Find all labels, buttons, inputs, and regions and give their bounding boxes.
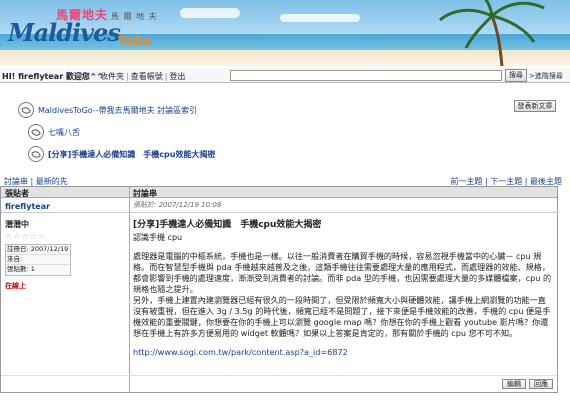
thread-link[interactable]: 討論串 (4, 177, 28, 186)
breadcrumb-link-category[interactable]: 七嘴八舌 (48, 127, 80, 138)
source-link[interactable]: http://www.sogi.com.tw/park/content.asp?… (133, 347, 553, 357)
post-content: [分享]手機達人必備知識 手機cpu效能大揭密 認識手機 cpu 處理器是電腦的… (133, 217, 553, 357)
search-button[interactable]: 搜尋 (505, 69, 527, 82)
palm-tree-icon (439, 0, 545, 66)
breadcrumb-category: 七嘴八舌 (28, 124, 80, 140)
reply-button[interactable]: 回應 (529, 379, 553, 389)
next-topic-link[interactable]: 下一主題 (490, 177, 522, 186)
forum-icon (18, 102, 34, 118)
post-paragraph: 另外，手機上建置內建瀏覽器已經有很久的一段時間了，但受限於頻寬大小與硬體效能，讓… (133, 295, 551, 338)
author-rank: 潛潛中 (5, 220, 29, 229)
post-table: 張貼者 討論串 fireflytear 張貼於: 2007/12/19 10:0… (0, 186, 559, 393)
breadcrumb-thread: [分享]手機達人必備知識 手機cpu效能大揭密 (28, 146, 215, 162)
new-post-button[interactable]: 發表新文章 (514, 100, 556, 112)
user-bar: HI! fireflytear 歡迎您^^ 收件夾 | 查看帳號 | 登出 搜尋 >進階… (0, 68, 570, 83)
search-input[interactable] (230, 70, 502, 81)
footer-divider (1, 375, 557, 376)
header-author: 張貼者 (5, 189, 29, 198)
rank-stars: ☆☆☆☆☆ (5, 232, 46, 241)
view-account-link[interactable]: 查看帳號 (131, 72, 163, 81)
online-status: 在線上 (5, 282, 26, 290)
post-paragraph: 處理器是電腦的中樞系統，手機也是一樣。以往一般消費者在購買手機的時候，容易忽視手… (133, 251, 552, 294)
edit-button[interactable]: 編輯 (502, 379, 526, 389)
greeting-text: HI! fireflytear 歡迎您^^ (2, 72, 104, 81)
forum-icon (28, 146, 44, 162)
inbox-link[interactable]: 收件夾 (100, 72, 124, 81)
author-name[interactable]: fireflytear (5, 202, 50, 211)
logo-english[interactable]: Maldives (8, 18, 121, 47)
post-actions: 編輯 回應 (502, 379, 553, 389)
breadcrumb-link-index[interactable]: MaldivesToGo--帶我去馬爾地夫 討論區索引 (38, 105, 197, 116)
post-subtitle: 認識手機 cpu (133, 233, 183, 242)
column-divider (129, 187, 130, 392)
post-header-row: 張貼者 討論串 (1, 187, 557, 198)
logo-togo: ToGo (118, 34, 151, 48)
author-info: 潛潛中 ☆☆☆☆☆ 註冊日: 2007/12/19 來自: 張貼數: 1 在線上 (5, 219, 125, 291)
previous-topic-link[interactable]: 前一主題 (450, 177, 482, 186)
author-info-box: 註冊日: 2007/12/19 來自: 張貼數: 1 (5, 244, 71, 276)
location: 來自: (6, 255, 70, 265)
last-topic-link[interactable]: 最後主題 (530, 177, 562, 186)
cloud-decoration (180, 8, 240, 18)
site-banner: 馬爾地夫馬 爾 地 夫 Maldives ToGo (0, 0, 570, 66)
row-divider (1, 212, 559, 213)
logout-link[interactable]: 登出 (169, 72, 185, 81)
newest-first-link[interactable]: 最新的先 (36, 177, 68, 186)
post-title: [分享]手機達人必備知識 手機cpu效能大揭密 (133, 220, 322, 230)
forum-icon (28, 124, 44, 140)
register-date: 註冊日: 2007/12/19 (6, 245, 70, 255)
cloud-decoration (280, 14, 360, 22)
breadcrumb-forum-index: MaldivesToGo--帶我去馬爾地夫 討論區索引 (18, 102, 197, 118)
breadcrumb-link-thread[interactable]: [分享]手機達人必備知識 手機cpu效能大揭密 (48, 149, 215, 160)
header-thread: 討論串 (133, 189, 157, 198)
advanced-search-link[interactable]: >進階搜尋 (529, 71, 563, 81)
user-links: 收件夾 | 查看帳號 | 登出 (100, 72, 186, 81)
post-date: 張貼於: 2007/12/19 10:08 (133, 201, 222, 209)
post-count: 張貼數: 1 (6, 265, 70, 275)
